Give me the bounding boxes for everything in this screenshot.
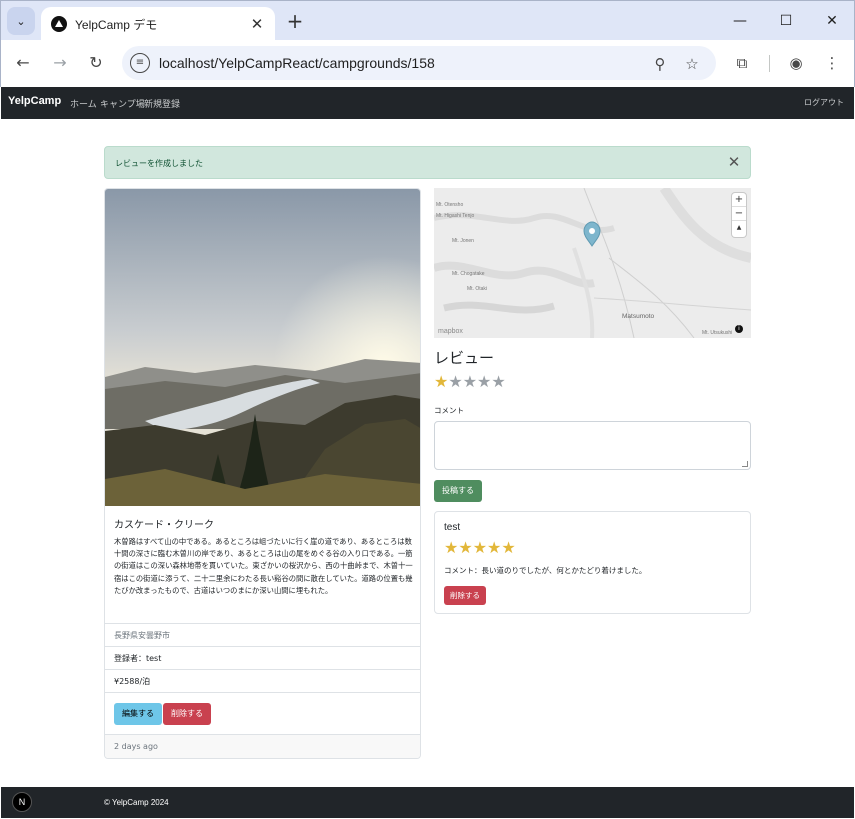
alert-message: レビューを作成しました xyxy=(115,159,203,168)
review-card: test ★ ★ ★ ★ ★ コメント：長い道のりでしたが、何とかたどり着けました。 削… xyxy=(434,511,751,614)
star-icon[interactable]: ★ xyxy=(491,374,505,390)
campground-description: 木曽路はすべて山の中である。あるところは岨づたいに行く崖の道であり、あるところは… xyxy=(114,537,413,595)
comment-textarea[interactable] xyxy=(434,421,751,470)
map-label: Mt. Otaki xyxy=(467,286,488,292)
star-icon: ★ xyxy=(444,538,459,557)
address-bar[interactable]: ≡ localhost/YelpCampReact/campgrounds/15… xyxy=(122,46,716,80)
edit-button[interactable]: 編集する xyxy=(114,703,162,725)
zoom-out-button[interactable]: − xyxy=(732,207,746,221)
zoom-in-button[interactable]: + xyxy=(732,193,746,207)
reload-icon[interactable]: ↻ xyxy=(83,50,109,76)
map-label: Mt. Utsukushi xyxy=(702,330,733,336)
footer-copyright: © YelpCamp 2024 xyxy=(104,798,169,807)
map-label: Mt. Otenshо xyxy=(436,202,464,208)
app-navbar: YelpCamp ホーム キャンプ場 新規登録 ログアウト xyxy=(1,87,854,119)
success-alert: レビューを作成しました ✕ xyxy=(104,146,751,179)
star-icon: ★ xyxy=(458,538,473,557)
review-author: test xyxy=(444,522,461,533)
delete-review-button[interactable]: 削除する xyxy=(444,586,486,605)
browser-toolbar: ← → ↻ ≡ localhost/YelpCampReact/campgrou… xyxy=(0,40,855,87)
star-icon[interactable]: ★ xyxy=(477,374,491,390)
nextjs-badge[interactable]: N xyxy=(12,792,32,812)
more-icon[interactable]: ⋮ xyxy=(821,52,843,74)
url-text[interactable]: localhost/YelpCampReact/campgrounds/158 xyxy=(159,55,435,71)
submit-review-button[interactable]: 投稿する xyxy=(434,480,482,502)
brand-link[interactable]: YelpCamp xyxy=(8,95,61,107)
map-terrain xyxy=(434,188,751,338)
browser-tab[interactable]: YelpCamp デモ ✕ xyxy=(41,7,275,41)
campground-location: 長野県安曇野市 xyxy=(105,624,420,647)
close-icon[interactable]: ✕ xyxy=(247,14,267,34)
map-controls: + − ▲ xyxy=(732,193,746,237)
tab-search-icon[interactable]: ⌄ xyxy=(7,7,35,35)
nav-link-campgrounds[interactable]: キャンプ場 xyxy=(100,97,145,110)
review-rating: ★ ★ ★ ★ ★ xyxy=(444,540,516,556)
compass-icon[interactable]: ▲ xyxy=(732,221,746,235)
card-footer-timestamp: 2 days ago xyxy=(105,735,420,758)
card-actions: 編集する 削除する xyxy=(105,694,420,735)
site-info-icon[interactable]: ≡ xyxy=(130,53,150,73)
review-heading: レビュー xyxy=(434,350,495,367)
star-icon[interactable]: ★ xyxy=(434,374,448,390)
campground-title: カスケード・クリーク xyxy=(114,520,214,531)
maximize-icon[interactable]: ☐ xyxy=(763,7,809,35)
map-label: Mt. Chogatake xyxy=(452,271,485,277)
rating-input[interactable]: ★ ★ ★ ★ ★ xyxy=(434,374,506,390)
extensions-icon[interactable]: ⧉ xyxy=(731,52,753,74)
map-label: Mt. Higashi Tenjo xyxy=(436,213,475,219)
campground-card: カスケード・クリーク 木曽路はすべて山の中である。あるところは岨づたいに行く崖の… xyxy=(104,188,421,759)
campground-author: 登録者：test xyxy=(105,647,420,670)
nav-link-home[interactable]: ホーム xyxy=(70,97,97,110)
star-icon: ★ xyxy=(472,538,488,557)
star-icon[interactable]: ★ xyxy=(448,374,462,390)
profile-icon[interactable]: ◉ xyxy=(785,52,807,74)
nav-link-new[interactable]: 新規登録 xyxy=(144,97,180,110)
mapbox-logo[interactable]: mapbox xyxy=(438,328,463,335)
zoom-out-icon[interactable]: ⚲ xyxy=(650,54,670,74)
star-icon[interactable]: ★ xyxy=(463,374,477,390)
card-body: カスケード・クリーク 木曽路はすべて山の中である。あるところは岨づたいに行く崖の… xyxy=(105,506,420,624)
tab-strip: ⌄ YelpCamp デモ ✕ + — ☐ ✕ xyxy=(1,1,855,41)
toolbar-divider xyxy=(769,55,770,72)
map-label: Mt. Jonen xyxy=(452,238,474,244)
campground-price: ¥2588/泊 xyxy=(105,670,420,693)
plus-icon[interactable]: + xyxy=(283,9,307,33)
minimize-icon[interactable]: — xyxy=(717,7,763,35)
close-window-icon[interactable]: ✕ xyxy=(809,7,855,35)
star-icon[interactable]: ☆ xyxy=(682,54,702,74)
info-icon[interactable]: i xyxy=(735,325,743,333)
favicon-icon xyxy=(51,16,67,32)
star-icon: ★ xyxy=(501,538,516,557)
map-label: Matsumoto xyxy=(622,313,655,320)
comment-label: コメント xyxy=(434,406,464,415)
forward-arrow-icon[interactable]: → xyxy=(47,50,73,76)
campground-image xyxy=(105,189,420,506)
delete-campground-button[interactable]: 削除する xyxy=(163,703,211,725)
review-comment: コメント：長い道のりでしたが、何とかたどり着けました。 xyxy=(444,566,647,575)
footer: N © YelpCamp 2024 xyxy=(1,787,854,818)
map[interactable]: Mt. Otenshо Mt. Higashi Tenjo Mt. Jonen … xyxy=(434,188,751,338)
resize-handle-icon[interactable] xyxy=(742,461,748,467)
back-arrow-icon[interactable]: ← xyxy=(10,50,36,76)
tab-title: YelpCamp デモ xyxy=(75,17,158,32)
close-icon[interactable]: ✕ xyxy=(726,154,742,170)
logout-link[interactable]: ログアウト xyxy=(804,97,844,108)
star-icon: ★ xyxy=(487,538,502,557)
